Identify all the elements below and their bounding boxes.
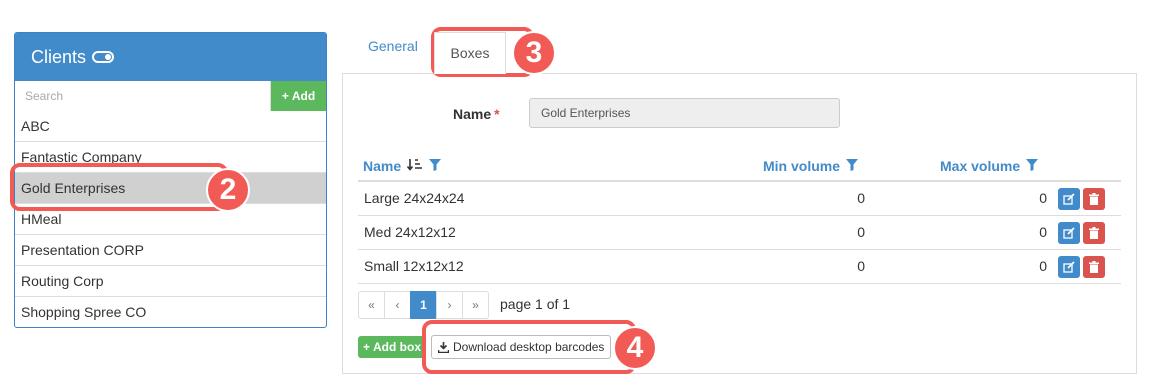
current-page-button[interactable]: 1	[410, 291, 437, 319]
delete-button[interactable]	[1083, 222, 1105, 244]
table-row: Small 12x12x12 0 0	[358, 250, 1121, 284]
add-box-button[interactable]: + Add box	[358, 336, 427, 358]
cell-min-volume: 0	[857, 190, 865, 206]
next-page-button[interactable]: ›	[436, 291, 463, 319]
page-info: page 1 of 1	[500, 296, 571, 312]
add-client-button[interactable]: + Add	[271, 81, 326, 111]
trash-icon	[1089, 261, 1099, 273]
delete-button[interactable]	[1083, 256, 1105, 278]
column-header-name[interactable]: Name	[363, 152, 442, 180]
annotation-badge-2: 2	[206, 168, 250, 212]
edit-icon	[1063, 227, 1075, 239]
edit-icon	[1063, 261, 1075, 273]
cell-name: Med 24x12x12	[364, 224, 456, 240]
edit-button[interactable]	[1058, 256, 1080, 278]
add-box-label: Add box	[373, 340, 422, 354]
column-header-name-label: Name	[363, 158, 402, 174]
filter-icon[interactable]	[429, 158, 442, 174]
tab-general[interactable]: General	[368, 38, 418, 54]
cell-max-volume: 0	[1039, 224, 1047, 240]
client-item[interactable]: Routing Corp	[15, 266, 326, 297]
pagination: « ‹ 1 › »	[358, 291, 489, 319]
trash-icon	[1089, 193, 1099, 205]
plus-icon: +	[281, 89, 289, 103]
prev-page-button[interactable]: ‹	[384, 291, 411, 319]
sort-descending-icon[interactable]	[407, 158, 423, 175]
cell-name: Small 12x12x12	[364, 258, 464, 274]
trash-icon	[1089, 227, 1099, 239]
first-page-button[interactable]: «	[358, 291, 385, 319]
cell-min-volume: 0	[857, 258, 865, 274]
highlight-box-download	[422, 320, 636, 374]
clients-title: Clients	[31, 46, 87, 67]
search-input[interactable]	[15, 81, 271, 111]
column-header-max[interactable]: Max volume	[940, 152, 1039, 180]
edit-button[interactable]	[1058, 222, 1080, 244]
tab-boxes[interactable]: Boxes	[434, 32, 506, 74]
column-header-max-label: Max volume	[940, 158, 1021, 174]
name-label: Name *	[453, 106, 500, 122]
add-client-label: Add	[291, 89, 316, 103]
client-item[interactable]: Presentation CORP	[15, 235, 326, 266]
last-page-button[interactable]: »	[462, 291, 489, 319]
required-mark: *	[494, 106, 500, 122]
table-row: Large 24x24x24 0 0	[358, 182, 1121, 216]
edit-button[interactable]	[1058, 188, 1080, 210]
name-field[interactable]: Gold Enterprises	[529, 98, 840, 128]
table-row: Med 24x12x12 0 0	[358, 216, 1121, 250]
annotation-badge-4: 4	[613, 326, 657, 370]
filter-icon[interactable]	[1026, 158, 1039, 174]
cell-min-volume: 0	[857, 224, 865, 240]
search-row: + Add	[15, 81, 326, 111]
cell-name: Large 24x24x24	[364, 190, 465, 206]
edit-icon	[1063, 193, 1075, 205]
client-list: ABC Fantastic Company Gold Enterprises H…	[15, 111, 326, 327]
toggle-icon[interactable]	[92, 51, 115, 63]
plus-icon: +	[363, 340, 371, 354]
column-header-min-label: Min volume	[763, 158, 841, 174]
client-item[interactable]: ABC	[15, 111, 326, 142]
name-label-text: Name	[453, 106, 492, 122]
cell-max-volume: 0	[1039, 190, 1047, 206]
highlight-box-client	[10, 163, 228, 211]
clients-header: Clients	[15, 33, 326, 81]
cell-max-volume: 0	[1039, 258, 1047, 274]
delete-button[interactable]	[1083, 188, 1105, 210]
client-item[interactable]: Shopping Spree CO	[15, 297, 326, 327]
column-header-min[interactable]: Min volume	[763, 152, 859, 180]
filter-icon[interactable]	[846, 158, 859, 174]
annotation-badge-3: 3	[512, 31, 556, 75]
